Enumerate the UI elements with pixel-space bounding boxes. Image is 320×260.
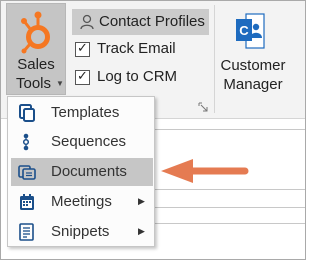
contact-profiles-button[interactable]: Contact Profiles xyxy=(72,9,209,35)
divider-line xyxy=(141,223,305,224)
checkmark-icon: ✓ xyxy=(77,40,88,55)
dialog-launcher-icon[interactable] xyxy=(198,102,209,113)
customer-manager-label-line1: Customer xyxy=(220,57,286,74)
menu-item-meetings[interactable]: Meetings ▶ xyxy=(11,188,153,216)
divider-line xyxy=(141,207,305,208)
snippets-icon xyxy=(19,223,34,241)
sequences-icon xyxy=(22,133,30,151)
chevron-right-icon: ▶ xyxy=(138,196,145,206)
track-email-label: Track Email xyxy=(97,40,176,57)
contact-profiles-label: Contact Profiles xyxy=(99,13,205,30)
track-email-box[interactable]: ✓ xyxy=(75,40,90,57)
menu-item-label: Snippets xyxy=(51,223,110,240)
calendar-icon xyxy=(20,194,34,210)
hubspot-sprocket-icon xyxy=(21,11,50,54)
log-to-crm-label: Log to CRM xyxy=(97,68,178,85)
checkmark-icon: ✓ xyxy=(77,68,88,83)
chevron-right-icon: ▶ xyxy=(138,226,145,236)
menu-item-label: Meetings xyxy=(51,193,112,210)
menu-item-label: Documents xyxy=(51,163,127,180)
templates-icon xyxy=(19,104,35,122)
divider-line xyxy=(141,129,305,130)
svg-text:C: C xyxy=(239,23,249,38)
person-icon xyxy=(80,14,94,30)
documents-icon xyxy=(18,165,36,180)
sales-tools-button[interactable]: Sales Tools ▼ xyxy=(6,3,66,95)
sales-tools-label-line2: Tools xyxy=(16,75,52,92)
chevron-down-icon: ▼ xyxy=(56,79,64,88)
menu-item-templates[interactable]: Templates xyxy=(11,99,153,127)
menu-item-label: Sequences xyxy=(51,133,127,150)
customer-manager-label-line2: Manager xyxy=(223,76,283,93)
ribbon-group-divider xyxy=(214,5,215,113)
customer-manager-button[interactable]: C Customer Manager xyxy=(217,7,289,97)
menu-item-sequences[interactable]: Sequences xyxy=(11,128,153,156)
divider-line xyxy=(141,189,305,190)
sales-tools-menu: Templates Sequences Documents Meetings ▶… xyxy=(7,96,155,247)
sales-tools-label-line1: Sales xyxy=(17,56,55,73)
menu-item-snippets[interactable]: Snippets ▶ xyxy=(11,218,153,246)
annotation-arrow-icon xyxy=(161,159,249,183)
log-to-crm-box[interactable]: ✓ xyxy=(75,68,90,85)
menu-item-documents[interactable]: Documents xyxy=(11,158,153,186)
outlook-contacts-icon: C xyxy=(236,13,265,49)
menu-item-label: Templates xyxy=(51,104,120,121)
screenshot-frame: Sales Tools ▼ Contact Profiles ✓ Track E… xyxy=(0,0,306,260)
